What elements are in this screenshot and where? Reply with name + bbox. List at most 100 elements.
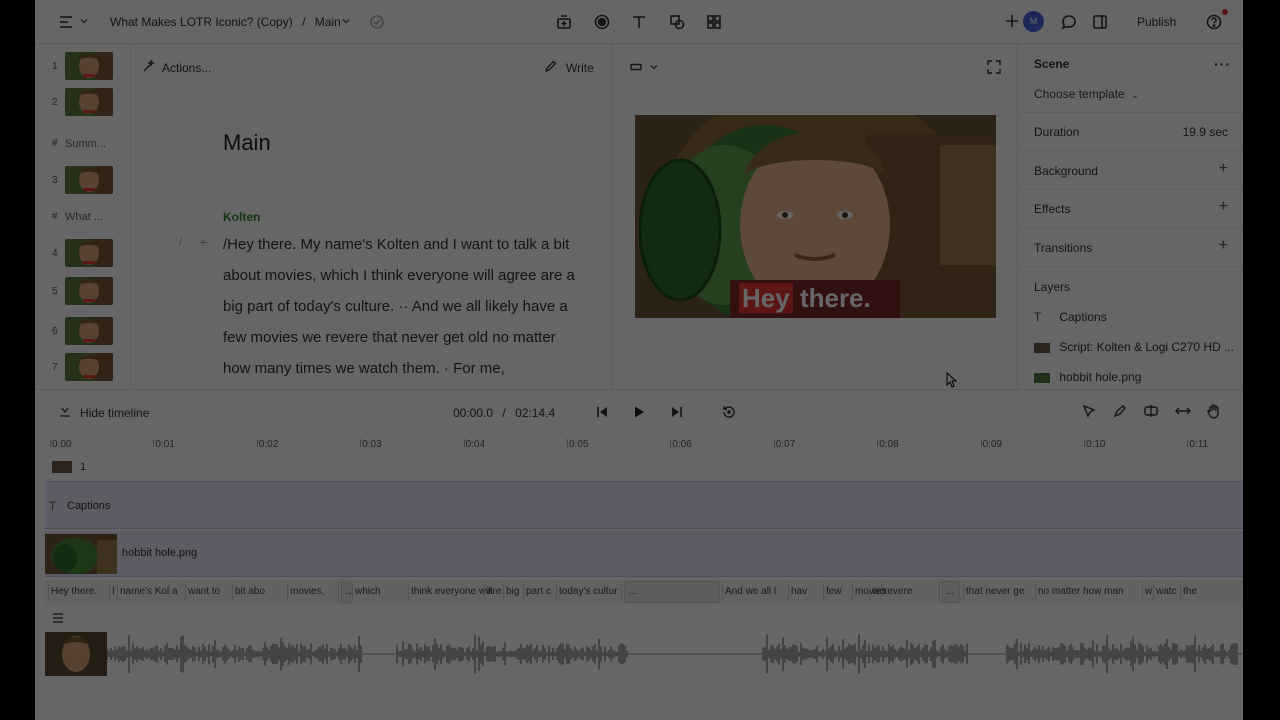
scene-thumbnail[interactable]: 7 bbox=[35, 350, 130, 386]
publish-button[interactable]: Publish bbox=[1137, 15, 1176, 29]
word-clip[interactable]: Hey there. bbox=[51, 586, 97, 597]
timeline-ruler[interactable]: 0:00 0:01 0:02 0:03 0:04 0:05 0:06 0:07 0:08 0:09… bbox=[35, 433, 1243, 457]
scene-thumbnail[interactable]: 3 bbox=[35, 163, 130, 199]
word-clip[interactable]: hav bbox=[791, 586, 807, 597]
word-clip[interactable]: want to bbox=[188, 586, 220, 597]
scene-add-icon[interactable] bbox=[555, 13, 573, 31]
loop-icon[interactable] bbox=[721, 404, 737, 420]
gap-tool-icon[interactable] bbox=[1143, 404, 1159, 418]
add-effect-icon[interactable]: + bbox=[1219, 198, 1228, 216]
ruler-tick-label: 0:05 bbox=[566, 439, 589, 450]
transitions-row[interactable]: Transitions + bbox=[1019, 229, 1243, 267]
captions-track[interactable]: T Captions bbox=[45, 481, 1243, 529]
section-marker[interactable]: # Summ... bbox=[35, 126, 130, 162]
record-icon[interactable] bbox=[593, 13, 611, 31]
scene-thumbnail[interactable]: 5 bbox=[35, 274, 130, 310]
hide-timeline-button[interactable]: Hide timeline bbox=[80, 406, 149, 420]
word-clip[interactable]: bit abo bbox=[235, 586, 265, 597]
word-track[interactable]: Hey there. Iname's Kol a want to bit abo movi… bbox=[45, 580, 1243, 604]
layer-hobbit-hole[interactable]: hobbit hole.png bbox=[1034, 370, 1141, 384]
word-clip[interactable]: name's Kol bbox=[120, 586, 169, 597]
word-clip[interactable]: ... bbox=[628, 586, 636, 597]
word-clip[interactable]: that never ge bbox=[966, 586, 1024, 597]
word-clip[interactable]: which bbox=[355, 586, 381, 597]
word-clip[interactable]: are bbox=[487, 586, 501, 597]
word-clip[interactable]: no matter how man bbox=[1038, 586, 1124, 597]
text-tool-icon[interactable] bbox=[630, 13, 648, 31]
word-clip[interactable]: the bbox=[1183, 586, 1197, 597]
script-paragraph[interactable]: /Hey there. My name's Kolten and I want … bbox=[223, 229, 583, 384]
composition-chevron-icon[interactable] bbox=[341, 16, 351, 26]
word-clip[interactable]: think everyone will bbox=[411, 586, 493, 597]
effects-row[interactable]: Effects + bbox=[1019, 190, 1243, 228]
scene-thumbnail[interactable]: 6 bbox=[35, 314, 130, 350]
word-clip[interactable]: a bbox=[172, 586, 178, 597]
word-clip[interactable]: movies, bbox=[290, 586, 324, 597]
audio-track[interactable] bbox=[45, 630, 1243, 678]
fullscreen-icon[interactable] bbox=[987, 60, 1001, 74]
word-separator bbox=[722, 582, 723, 602]
word-clip[interactable]: ... bbox=[946, 586, 954, 597]
skip-forward-icon[interactable] bbox=[670, 405, 684, 419]
scene-thumbnail[interactable]: 1 bbox=[35, 49, 130, 85]
hand-tool-icon[interactable] bbox=[1206, 403, 1222, 419]
scene-marker-thumbnail[interactable] bbox=[52, 461, 72, 473]
more-options-icon[interactable]: ··· bbox=[1214, 56, 1231, 72]
hide-timeline-icon[interactable] bbox=[58, 405, 72, 419]
grid-elements-icon[interactable] bbox=[705, 13, 723, 31]
blade-tool-icon[interactable] bbox=[1113, 404, 1127, 418]
menu-chevron-icon[interactable] bbox=[79, 16, 89, 26]
video-preview[interactable]: Hey there. bbox=[635, 115, 996, 318]
comments-icon[interactable] bbox=[1060, 13, 1078, 31]
background-row[interactable]: Background + bbox=[1019, 152, 1243, 190]
panel-toggle-icon[interactable] bbox=[1091, 13, 1109, 31]
stretch-tool-icon[interactable] bbox=[1175, 404, 1191, 418]
shapes-icon[interactable] bbox=[668, 13, 686, 31]
image-track[interactable]: hobbit hole.png bbox=[45, 531, 1243, 577]
word-clip[interactable]: few bbox=[826, 586, 842, 597]
word-clip[interactable]: I bbox=[112, 586, 115, 597]
word-clip[interactable]: we bbox=[872, 586, 885, 597]
aspect-ratio-icon[interactable] bbox=[630, 62, 642, 72]
write-pencil-icon[interactable] bbox=[544, 59, 558, 73]
actions-button[interactable]: Actions... bbox=[162, 61, 211, 75]
avatar[interactable]: M bbox=[1023, 11, 1044, 32]
actions-icon[interactable] bbox=[142, 59, 156, 73]
script-heading[interactable]: Main bbox=[223, 130, 271, 156]
select-tool-icon[interactable] bbox=[1082, 404, 1096, 418]
ruler-tick-label: 0:11 bbox=[1187, 439, 1209, 450]
section-marker[interactable]: # What ... bbox=[35, 199, 130, 235]
play-icon[interactable] bbox=[632, 405, 646, 419]
word-clip[interactable]: revere bbox=[884, 586, 912, 597]
layer-script[interactable]: Script: Kolten & Logi C270 HD ... bbox=[1034, 340, 1234, 354]
composition-name[interactable]: Main bbox=[315, 15, 341, 29]
word-clip[interactable]: big bbox=[506, 586, 519, 597]
duration-row[interactable]: Duration 19.9 sec bbox=[1019, 113, 1243, 151]
choose-template-button[interactable]: Choose template ⌄ bbox=[1034, 87, 1139, 101]
scene-thumbnail-list: 1 2 # Summ... 3 # What ... 4 5 6 7 bbox=[35, 44, 131, 389]
pause-block[interactable] bbox=[624, 581, 720, 603]
scene-thumbnail[interactable]: 2 bbox=[35, 85, 130, 121]
audio-track-menu-icon[interactable] bbox=[52, 612, 64, 624]
word-clip[interactable]: watc bbox=[1156, 586, 1177, 597]
word-clip[interactable]: part c bbox=[526, 586, 551, 597]
word-clip[interactable]: w bbox=[1145, 586, 1152, 597]
duration-value[interactable]: 19.9 sec bbox=[1183, 125, 1228, 139]
aspect-ratio-chevron-icon[interactable] bbox=[649, 62, 659, 72]
add-collaborator-icon[interactable] bbox=[1005, 14, 1019, 28]
add-background-icon[interactable]: + bbox=[1219, 160, 1228, 178]
skip-back-icon[interactable] bbox=[595, 405, 609, 419]
help-icon[interactable] bbox=[1205, 13, 1223, 31]
menu-icon[interactable] bbox=[57, 13, 75, 31]
word-clip[interactable]: And we all l bbox=[725, 586, 776, 597]
layer-label: Script: Kolten & Logi C270 HD ... bbox=[1059, 340, 1235, 354]
add-block-icon[interactable]: + bbox=[199, 234, 207, 250]
add-transition-icon[interactable]: + bbox=[1219, 237, 1228, 255]
slash-command-icon[interactable]: / bbox=[179, 237, 182, 249]
write-button[interactable]: Write bbox=[566, 61, 594, 75]
scene-thumbnail[interactable]: 4 bbox=[35, 236, 130, 272]
speaker-label[interactable]: Kolten bbox=[223, 210, 260, 224]
project-title[interactable]: What Makes LOTR Iconic? (Copy) bbox=[110, 15, 293, 29]
layer-captions[interactable]: T Captions bbox=[1034, 310, 1107, 324]
word-clip[interactable]: today's cultur bbox=[559, 586, 618, 597]
